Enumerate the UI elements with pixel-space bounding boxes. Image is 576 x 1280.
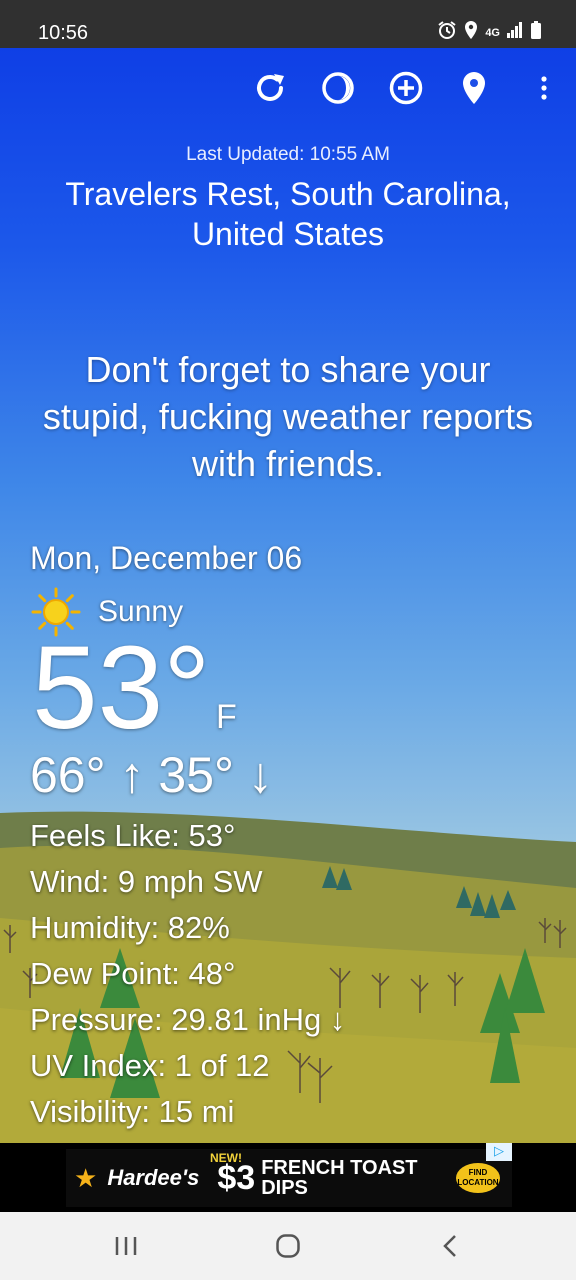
theme-button[interactable] [318, 68, 358, 108]
ad-banner[interactable]: ★ Hardee's NEW! $3 FRENCH TOAST DIPS FIND… [0, 1143, 576, 1212]
location-icon [463, 20, 479, 45]
last-updated: Last Updated: 10:55 AM [186, 144, 390, 165]
add-location-icon [389, 71, 423, 105]
dew-point: Dew Point: 48° [30, 956, 236, 991]
weather-background: Last Updated: 10:55 AM Travelers Rest, S… [0, 48, 576, 1143]
status-bar: 10:56 4G [0, 0, 576, 48]
adchoices-icon[interactable]: ▷ [486, 1143, 512, 1161]
location-title: Travelers Rest, South Carolina, United S… [65, 176, 511, 252]
recent-apps-icon [115, 1237, 137, 1255]
more-options-button[interactable] [522, 68, 566, 108]
pin-location-icon [463, 72, 485, 104]
status-icons: 4G [437, 20, 542, 45]
uv-index: UV Index: 1 of 12 [30, 1048, 270, 1083]
pin-location-button[interactable] [454, 68, 494, 108]
visibility: Visibility: 15 mi [30, 1094, 235, 1129]
humidity: Humidity: 82% [30, 910, 230, 945]
weather-details: Feels Like: 53° Wind: 9 mph SW Humidity:… [30, 813, 345, 1135]
home-icon [276, 1234, 300, 1258]
refresh-icon [257, 74, 284, 101]
back-icon [443, 1235, 456, 1257]
battery-icon [530, 20, 542, 45]
ad-badge: NEW! [210, 1151, 242, 1165]
theme-icon [322, 72, 354, 104]
pressure: Pressure: 29.81 inHg ↓ [30, 1002, 346, 1037]
4g-lte-icon: 4G [485, 26, 500, 39]
system-nav-bar [0, 1212, 576, 1280]
star-logo-icon: ★ [74, 1162, 98, 1193]
home-button[interactable] [268, 1230, 308, 1262]
add-location-button[interactable] [386, 68, 426, 108]
feels-like: Feels Like: 53° [30, 818, 236, 853]
find-location-button[interactable]: FIND LOCATION [456, 1163, 500, 1193]
recent-apps-button[interactable] [106, 1230, 146, 1262]
status-time: 10:56 [38, 22, 89, 44]
high-low: 66° ↑ 35° ↓ [30, 747, 273, 803]
back-button[interactable] [430, 1230, 470, 1262]
temperature-unit: F [216, 698, 237, 736]
snarky-quote[interactable]: Don't forget to share your stupid, fucki… [40, 346, 536, 487]
wind: Wind: 9 mph SW [30, 864, 263, 899]
app-toolbar [250, 68, 576, 108]
more-options-icon [541, 76, 547, 100]
refresh-button[interactable] [250, 68, 290, 108]
signal-icon [506, 21, 524, 44]
ad-brand: Hardee's [107, 1165, 200, 1190]
alarm-icon [437, 20, 457, 45]
forecast-date: Mon, December 06 [30, 540, 303, 576]
current-temperature: 53° [32, 622, 211, 754]
ad-product: FRENCH TOAST DIPS [261, 1157, 418, 1199]
ad-content[interactable]: ★ Hardee's NEW! $3 FRENCH TOAST DIPS FIND… [66, 1149, 512, 1207]
